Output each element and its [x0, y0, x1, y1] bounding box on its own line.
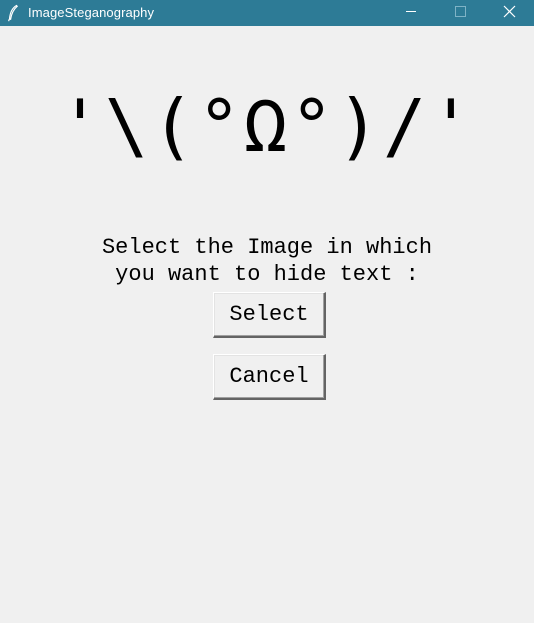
window-title: ImageSteganography [28, 5, 155, 20]
instruction-line-2: you want to hide text : [115, 262, 419, 287]
minimize-button[interactable] [387, 0, 433, 26]
title-bar[interactable]: ImageSteganography [0, 0, 534, 26]
instruction-text: Select the Image in which you want to hi… [0, 234, 534, 288]
kaomoji-face-label: '\(°Ω°)/' [58, 84, 476, 168]
instruction-line-1: Select the Image in which [101, 235, 433, 260]
close-button[interactable] [486, 0, 532, 26]
maximize-button[interactable] [437, 0, 483, 26]
app-window: ImageSteganography '\(°Ω°)/' Select the … [0, 0, 534, 623]
select-button[interactable]: Select [213, 292, 326, 338]
cancel-button[interactable]: Cancel [213, 354, 326, 400]
feather-icon [6, 4, 20, 22]
